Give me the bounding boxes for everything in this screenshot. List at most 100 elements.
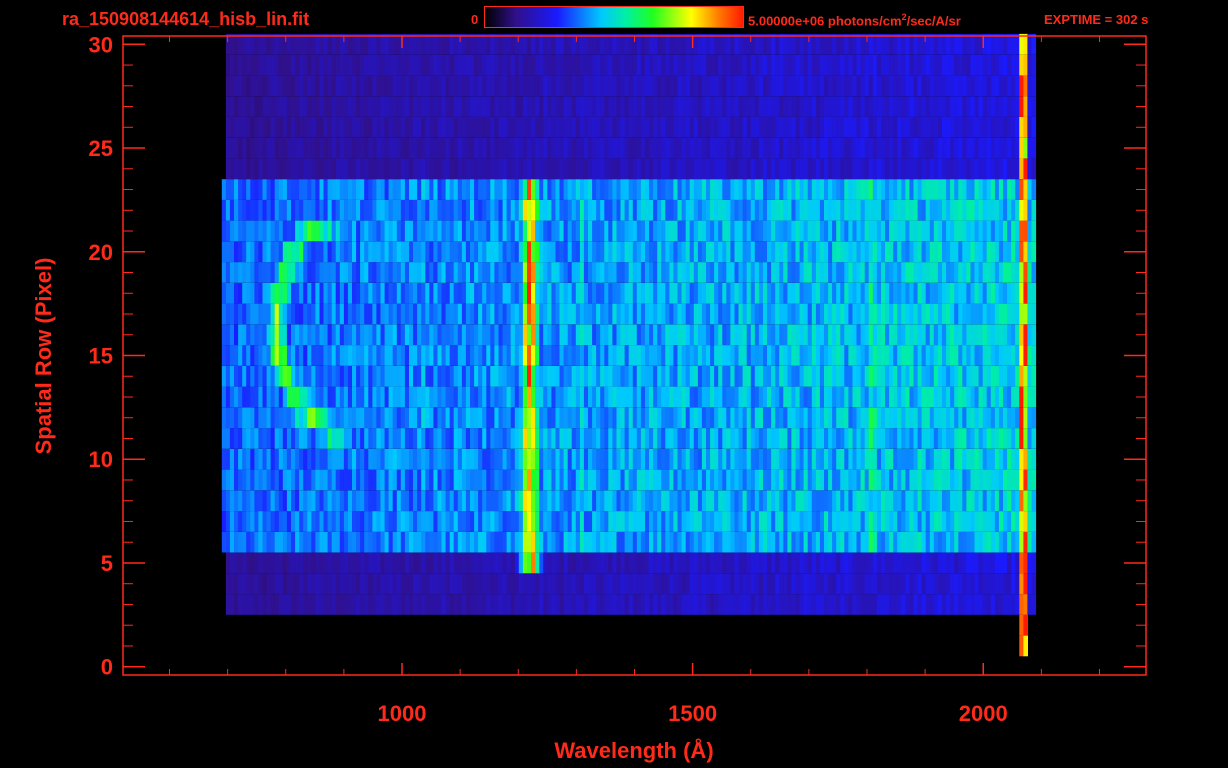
heatmap-cell xyxy=(974,573,980,594)
heatmap-cell xyxy=(653,386,658,408)
heatmap-cell xyxy=(303,116,308,138)
heatmap-cell xyxy=(470,137,475,159)
heatmap-cell xyxy=(946,199,951,221)
heatmap-cell xyxy=(474,552,479,574)
heatmap-cell xyxy=(710,594,715,615)
heatmap-cell xyxy=(950,220,955,242)
heatmap-cell xyxy=(588,490,593,512)
heatmap-cell xyxy=(836,448,841,470)
heatmap-cell xyxy=(706,407,711,429)
heatmap-cell xyxy=(1011,116,1016,138)
heatmap-cell xyxy=(409,365,414,387)
heatmap-cell xyxy=(559,345,565,366)
heatmap-cell xyxy=(478,303,483,325)
heatmap-cell xyxy=(315,96,320,117)
heatmap-cell xyxy=(986,116,992,138)
heatmap-cell xyxy=(510,531,516,553)
heatmap-cell xyxy=(966,241,971,263)
heatmap-cell xyxy=(311,386,316,408)
heatmap-cell xyxy=(872,116,878,138)
heatmap-cell xyxy=(364,428,369,449)
heatmap-cell xyxy=(539,407,544,429)
heatmap-cell xyxy=(274,594,280,615)
heatmap-cell xyxy=(356,490,361,512)
heatmap-cell xyxy=(274,96,280,117)
heatmap-cell xyxy=(274,199,280,221)
heatmap-cell xyxy=(262,282,268,304)
heatmap-cell xyxy=(559,324,565,346)
heatmap-cell xyxy=(1031,407,1037,429)
heatmap-cell xyxy=(417,573,422,594)
heatmap-cell xyxy=(417,490,422,512)
heatmap-cell xyxy=(470,158,475,180)
heatmap-cell xyxy=(429,448,434,470)
heatmap-cell xyxy=(998,96,1004,117)
heatmap-cell xyxy=(893,573,898,594)
heatmap-cell xyxy=(901,365,906,387)
heatmap-cell xyxy=(860,137,866,159)
heatmap-cell xyxy=(372,407,377,429)
heatmap-cell xyxy=(494,220,499,242)
heatmap-cell xyxy=(502,552,508,574)
heatmap-cell xyxy=(327,428,333,449)
heatmap-cell xyxy=(506,303,512,325)
heatmap-cell xyxy=(921,448,927,470)
heatmap-cell xyxy=(852,511,858,532)
heatmap-cell xyxy=(518,407,524,429)
heatmap-cell xyxy=(771,365,776,387)
heatmap-cell xyxy=(559,116,565,138)
heatmap-cell xyxy=(640,303,646,325)
heatmap-cell xyxy=(998,407,1004,429)
heatmap-cell xyxy=(946,137,951,159)
heatmap-cell xyxy=(844,428,849,449)
heatmap-cell xyxy=(347,573,353,594)
heatmap-cell xyxy=(905,137,910,159)
heatmap-cell xyxy=(811,96,817,117)
heatmap-cell xyxy=(681,220,687,242)
heatmap-cell xyxy=(494,531,499,553)
heatmap-cell xyxy=(433,573,438,594)
heatmap-cell xyxy=(860,96,866,117)
heatmap-cell xyxy=(632,428,638,449)
heatmap-cell xyxy=(291,158,296,180)
heatmap-cell xyxy=(697,241,703,263)
heatmap-cell xyxy=(551,594,556,615)
heatmap-cell xyxy=(718,241,723,263)
heatmap-cell xyxy=(783,199,788,221)
heatmap-cell xyxy=(592,158,597,180)
heatmap-cell xyxy=(881,116,886,138)
heatmap-cell xyxy=(848,137,853,159)
heatmap-cell xyxy=(685,116,691,138)
heatmap-cell xyxy=(535,345,540,366)
heatmap-cell xyxy=(494,241,499,263)
heatmap-cell xyxy=(726,96,731,117)
heatmap-cell xyxy=(779,303,784,325)
heatmap-cell xyxy=(758,262,764,283)
heatmap-cell xyxy=(514,407,520,429)
heatmap-cell xyxy=(583,490,589,512)
heatmap-cell xyxy=(571,303,577,325)
heatmap-cell xyxy=(734,531,740,553)
heatmap-cell xyxy=(441,428,447,449)
heatmap-cell xyxy=(653,96,658,117)
heatmap-cell xyxy=(343,511,349,532)
heatmap-cell xyxy=(494,303,499,325)
heatmap-cell xyxy=(486,531,491,553)
heatmap-cell xyxy=(409,158,414,180)
heatmap-cell xyxy=(433,179,438,200)
heatmap-cell xyxy=(453,490,459,512)
heatmap-cell xyxy=(457,262,463,283)
heatmap-cell xyxy=(453,511,459,532)
heatmap-cell xyxy=(925,448,931,470)
heatmap-cell xyxy=(653,303,658,325)
heatmap-cell xyxy=(384,137,390,159)
heatmap-cell xyxy=(421,282,426,304)
heatmap-cell xyxy=(396,220,402,242)
heatmap-cell xyxy=(486,137,491,159)
heatmap-cell xyxy=(881,386,886,408)
heatmap-cell xyxy=(612,407,617,429)
heatmap-cell xyxy=(417,552,422,574)
heatmap-cell xyxy=(669,469,674,491)
heatmap-cell xyxy=(327,199,333,221)
heatmap-cell xyxy=(315,241,320,263)
